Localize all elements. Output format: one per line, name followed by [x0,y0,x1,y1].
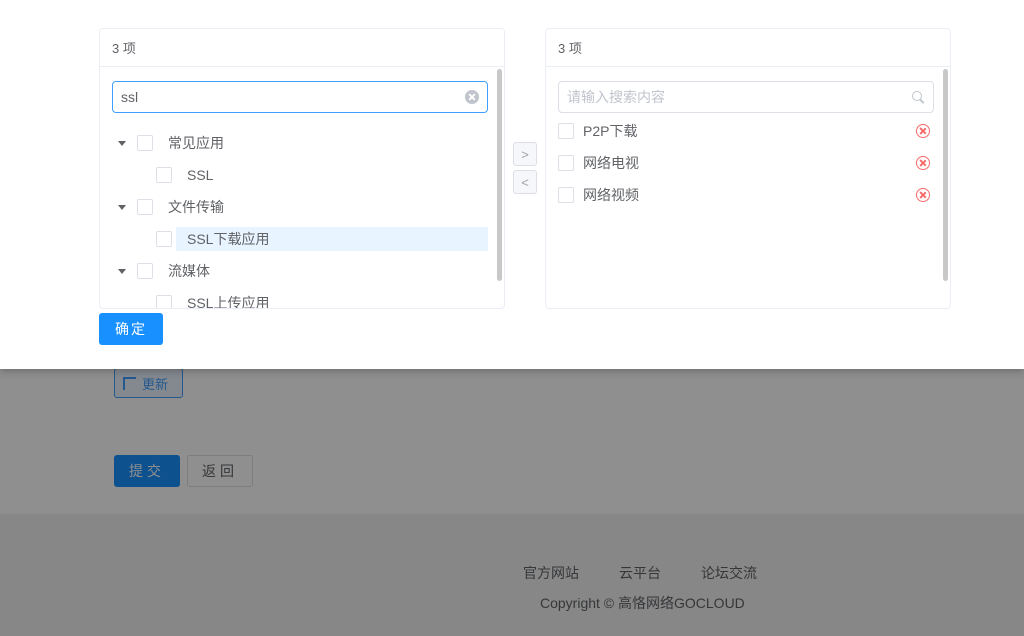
target-search-box [558,81,934,113]
transfer-dialog: 3 项 常见应用 SSL 文件传输 [0,0,1024,369]
confirm-button[interactable]: 确定 [99,313,163,345]
remove-icon[interactable] [916,188,930,202]
tree-node-ssl-download[interactable]: SSL下载应用 [112,223,488,255]
caret-down-icon[interactable] [118,204,126,210]
caret-down-icon[interactable] [118,140,126,146]
tree-node-streaming[interactable]: 流媒体 [112,255,488,287]
checkbox[interactable] [156,295,172,308]
checkbox[interactable] [558,187,574,203]
checkbox[interactable] [137,135,153,151]
source-search-box [112,81,488,113]
list-item-label: P2P下载 [583,123,638,139]
remove-icon[interactable] [916,124,930,138]
remove-icon[interactable] [916,156,930,170]
tree-node-label: SSL上传应用 [187,295,270,309]
tree-node-label: 流媒体 [168,263,210,279]
checkbox[interactable] [156,231,172,247]
source-panel-body: 常见应用 SSL 文件传输 SSL下载应用 [100,67,504,309]
tree-node-ssl[interactable]: SSL [112,159,488,191]
target-panel-header: 3 项 [546,29,950,67]
target-panel: 3 项 P2P下载 网络电视 网络视频 [545,28,951,309]
search-icon [911,90,925,104]
list-item-p2p[interactable]: P2P下载 [558,115,934,147]
checkbox[interactable] [558,123,574,139]
tree-node-common-apps[interactable]: 常见应用 [112,127,488,159]
move-right-button[interactable]: > [513,142,537,166]
tree-node-label: 常见应用 [168,135,224,151]
list-item-network-video[interactable]: 网络视频 [558,179,934,211]
list-item-label: 网络电视 [583,155,639,171]
source-tree: 常见应用 SSL 文件传输 SSL下载应用 流媒体 SSL上传应用 [112,127,488,309]
checkbox[interactable] [137,263,153,279]
source-scrollbar[interactable] [497,69,502,281]
tree-node-ssl-upload[interactable]: SSL上传应用 [112,287,488,309]
tree-node-file-transfer[interactable]: 文件传输 [112,191,488,223]
source-panel-header: 3 项 [100,29,504,67]
checkbox[interactable] [137,199,153,215]
caret-down-icon[interactable] [118,268,126,274]
source-search-input[interactable] [121,89,465,105]
list-item-label: 网络视频 [583,187,639,203]
tree-node-label: SSL下载应用 [181,227,276,251]
target-panel-body: P2P下载 网络电视 网络视频 [546,67,950,308]
target-list: P2P下载 网络电视 网络视频 [558,115,934,211]
clear-icon[interactable] [465,90,479,104]
checkbox[interactable] [156,167,172,183]
move-left-button[interactable]: < [513,170,537,194]
checkbox[interactable] [558,155,574,171]
target-scrollbar[interactable] [943,69,948,281]
target-search-input[interactable] [567,89,911,105]
list-item-network-tv[interactable]: 网络电视 [558,147,934,179]
source-panel: 3 项 常见应用 SSL 文件传输 [99,28,505,309]
tree-node-label: 文件传输 [168,199,224,215]
tree-node-label: SSL [187,167,214,183]
